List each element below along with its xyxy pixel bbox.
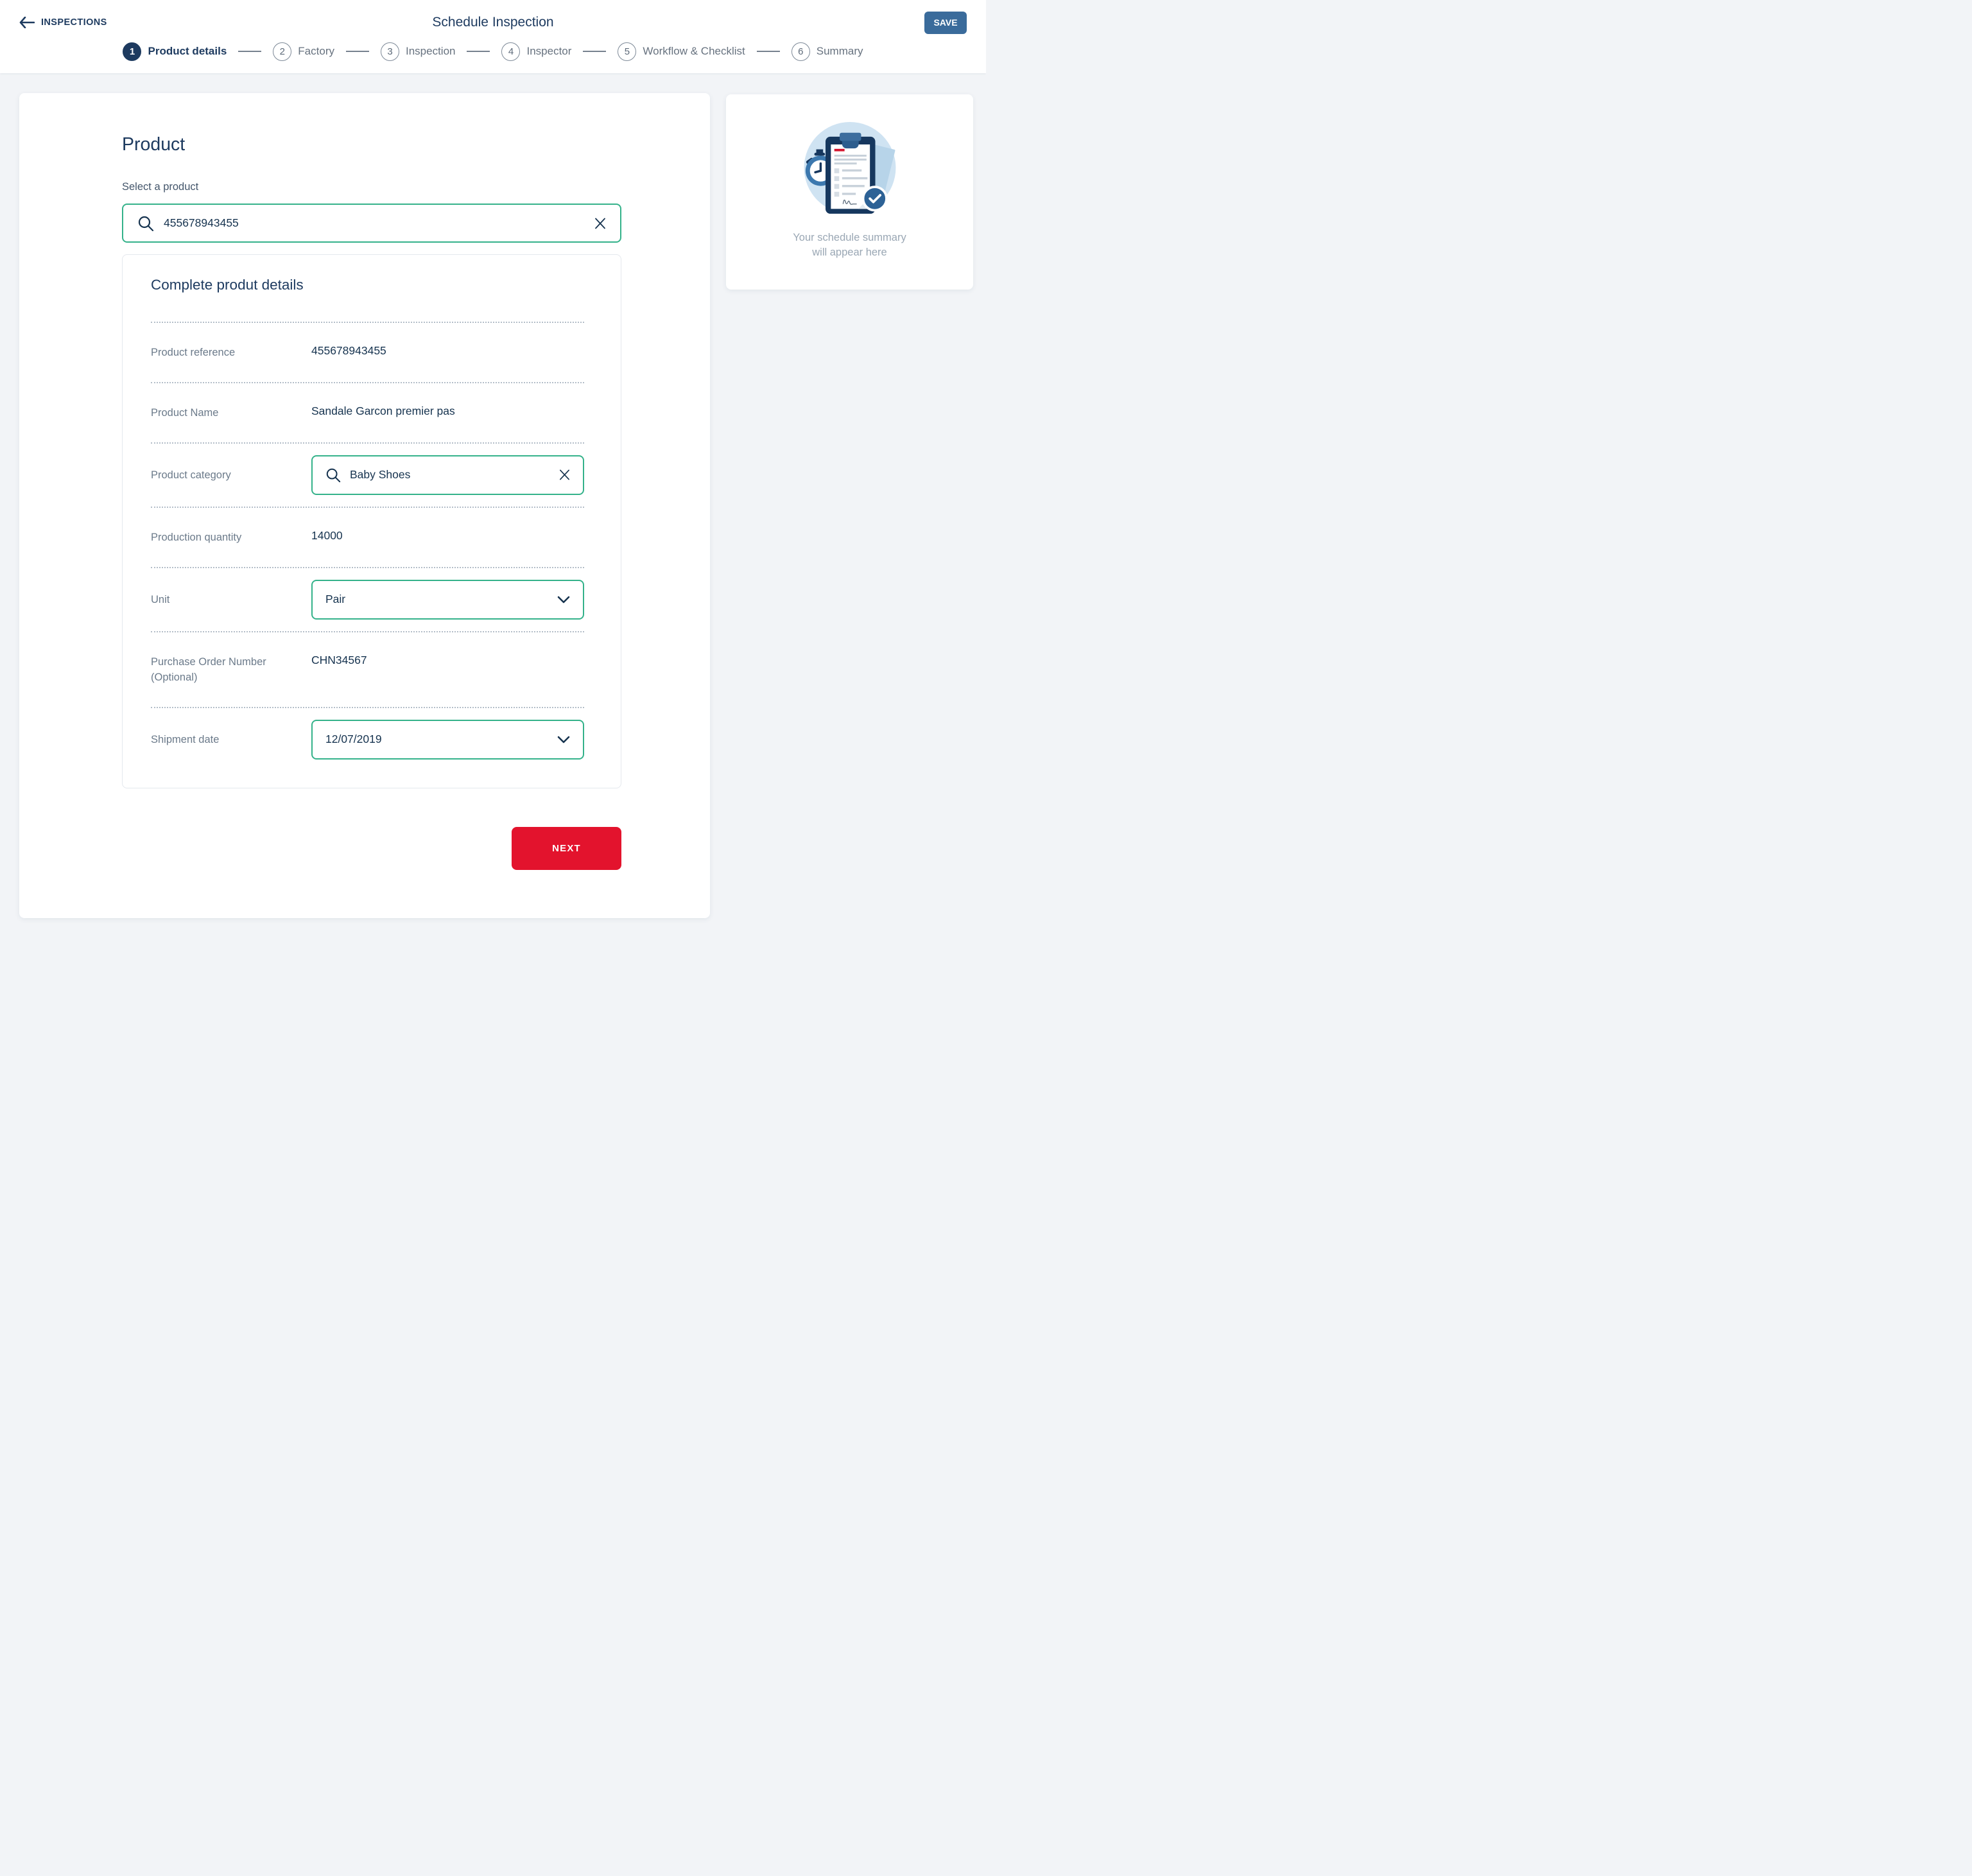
row-value-product-name: Sandale Garcon premier pas [311, 404, 455, 418]
step-number: 3 [381, 42, 399, 61]
row-label-unit: Unit [151, 591, 311, 608]
step-number: 4 [501, 42, 520, 61]
row-label-production-quantity: Production quantity [151, 529, 311, 546]
page-title: Schedule Inspection [19, 15, 967, 30]
search-icon [137, 215, 154, 232]
row-value-production-quantity: 14000 [311, 529, 343, 543]
shipment-date-select[interactable]: 12/07/2019 [311, 720, 584, 760]
complete-details-card: Complete produt details Product referenc… [122, 254, 621, 788]
product-category-search-input[interactable]: Baby Shoes [311, 455, 584, 495]
step-inspector[interactable]: 4 Inspector [501, 42, 571, 61]
row-label-shipment-date: Shipment date [151, 731, 311, 748]
next-button[interactable]: NEXT [512, 827, 621, 870]
chevron-down-icon [557, 596, 570, 604]
step-number: 6 [791, 42, 810, 61]
step-connector [238, 51, 261, 52]
row-label-product-category: Product category [151, 467, 311, 483]
step-summary[interactable]: 6 Summary [791, 42, 863, 61]
step-label: Workflow & Checklist [643, 45, 745, 58]
step-label: Inspection [406, 45, 456, 58]
product-details-card: Product Select a product 455678943455 [19, 93, 710, 918]
step-connector [583, 51, 606, 52]
row-label-product-reference: Product reference [151, 344, 311, 361]
clear-icon[interactable] [559, 469, 570, 480]
row-value-purchase-order-number: CHN34567 [311, 654, 367, 667]
top-bar: INSPECTIONS Schedule Inspection SAVE 1 Pr… [0, 0, 986, 73]
select-product-label: Select a product [122, 181, 621, 193]
schedule-inspection-page: INSPECTIONS Schedule Inspection SAVE 1 Pr… [0, 0, 986, 938]
search-icon [325, 467, 341, 483]
back-button[interactable]: INSPECTIONS [19, 17, 107, 28]
step-label: Product details [148, 45, 227, 58]
product-search-value: 455678943455 [164, 216, 585, 230]
row-value-shipment-date: 12/07/2019 [325, 733, 548, 746]
detail-row-shipment-date: Shipment date 12/07/2019 [151, 707, 584, 771]
stepper: 1 Product details 2 Factory 3 Inspection 4 Insp… [19, 37, 967, 65]
detail-row-production-quantity: Production quantity14000 [151, 507, 584, 567]
save-button[interactable]: SAVE [924, 12, 967, 34]
detail-row-purchase-order-number: Purchase Order Number (Optional)CHN34567 [151, 631, 584, 707]
row-value-unit: Pair [325, 593, 548, 606]
step-factory[interactable]: 2 Factory [273, 42, 334, 61]
step-label: Factory [298, 45, 334, 58]
detail-row-unit: Unit Pair [151, 567, 584, 631]
detail-row-product-category: Product category Baby Shoes [151, 442, 584, 507]
step-number: 2 [273, 42, 291, 61]
row-label-product-name: Product Name [151, 404, 311, 421]
detail-row-product-name: Product NameSandale Garcon premier pas [151, 382, 584, 442]
step-inspection[interactable]: 3 Inspection [381, 42, 456, 61]
step-connector [757, 51, 780, 52]
product-heading: Product [122, 134, 621, 155]
step-connector [346, 51, 369, 52]
detail-row-product-reference: Product reference455678943455 [151, 322, 584, 382]
product-search-input[interactable]: 455678943455 [122, 204, 621, 243]
step-workflow-checklist[interactable]: 5 Workflow & Checklist [618, 42, 745, 61]
row-label-purchase-order-number: Purchase Order Number (Optional) [151, 654, 311, 686]
row-value-product-category: Baby Shoes [350, 468, 550, 482]
step-number: 1 [123, 42, 141, 61]
step-number: 5 [618, 42, 636, 61]
back-label: INSPECTIONS [41, 17, 107, 28]
step-label: Summary [817, 45, 863, 58]
back-arrow-icon [19, 17, 35, 28]
step-label: Inspector [526, 45, 571, 58]
unit-select[interactable]: Pair [311, 580, 584, 620]
step-connector [467, 51, 490, 52]
clear-search-icon[interactable] [594, 218, 606, 229]
row-value-product-reference: 455678943455 [311, 344, 386, 358]
summary-placeholder-caption: Your schedule summary will appear here [739, 230, 960, 260]
summary-placeholder-card: Your schedule summary will appear here [726, 94, 973, 290]
schedule-illustration [801, 120, 899, 218]
chevron-down-icon [557, 736, 570, 743]
complete-details-heading: Complete produt details [123, 277, 621, 293]
step-product-details[interactable]: 1 Product details [123, 42, 227, 61]
